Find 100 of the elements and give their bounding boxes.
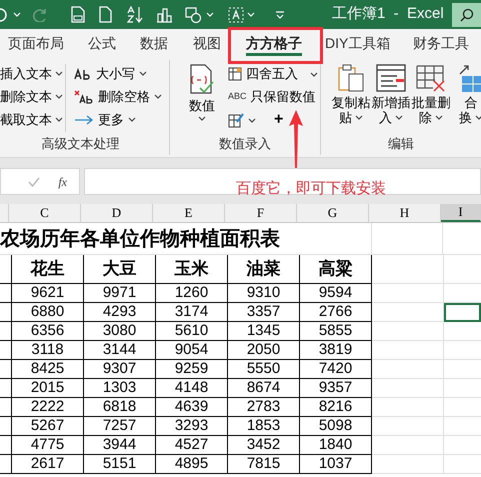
dropdown-button[interactable]: 大小写 [74,64,162,83]
table-edit-icon[interactable] [228,112,244,128]
sheet-cell [372,398,444,417]
table-cell: 9307 [84,360,156,379]
dropdown-button[interactable]: ABC 只保留数值 [228,87,318,107]
table-cell: 9971 [84,284,156,303]
column-header[interactable]: G [297,204,369,222]
caret-icon [355,115,363,120]
window-title: 工作簿1 - Excel [332,4,444,24]
letters-icon [74,68,92,80]
caret-icon [310,72,318,76]
column-header[interactable]: D [81,204,153,222]
sheet-cell [372,284,444,303]
table-cell: 花生 [12,255,84,284]
group-label: 高级文本处理 [40,135,120,153]
table-cell: 5855 [300,322,372,341]
table-cell [0,379,12,398]
column-header[interactable]: E [153,204,225,222]
redo-icon [33,8,49,22]
ribbon-tab[interactable]: 页面布局 [8,29,64,58]
caret-icon [139,71,147,76]
shapes-icon[interactable] [185,6,203,22]
caret-icon [154,94,162,99]
column-header[interactable]: F [225,204,297,222]
ribbon-tab[interactable]: 财务工具 [413,29,469,58]
form-insert-icon [376,64,406,92]
table-cell: 8216 [300,398,372,417]
search-button[interactable] [452,2,481,26]
table-cell: 2015 [12,379,84,398]
caret-icon [435,115,443,120]
table-cell: 3819 [300,341,372,360]
arrow-annotation [288,110,304,168]
caret-icon [198,116,206,120]
table-cell: 3174 [156,303,228,322]
table-cell: 1853 [228,417,300,436]
table-cell: 5151 [84,455,156,474]
table-cell: 6880 [12,303,84,322]
table-cell [0,398,12,417]
grid-delete-icon [416,64,446,92]
table-cell: 6818 [84,398,156,417]
group-label: 编辑 [387,135,415,153]
ribbon-button[interactable]: 复制粘 贴 [331,64,371,136]
sheet-cell [372,303,444,322]
table-cell: 1037 [300,455,372,474]
annotation-text: 百度它，即可下载安装 [236,179,386,199]
ribbon-button[interactable]: 合 换 [451,64,481,136]
table-cell: 4639 [156,398,228,417]
table-cell: 2222 [12,398,84,417]
caret-icon [395,115,403,120]
caret-icon [248,118,256,122]
sort-icon[interactable] [126,6,144,23]
table-cell: 大豆 [84,255,156,284]
dropdown-button[interactable]: 四舍五入 [228,64,318,84]
number-button[interactable]: 数值 [184,64,220,136]
ribbon-tab[interactable]: DIY工具箱 [325,29,390,58]
table-cell: 4293 [84,303,156,322]
dropdown-button[interactable]: 删除文本 [0,87,65,106]
dropdown-button[interactable]: 截取文本 [0,110,65,129]
table-cell: 1303 [84,379,156,398]
plus-button[interactable]: + [274,108,284,132]
table-cell: 5610 [156,322,228,341]
ribbon-tab[interactable]: 数据 [140,29,168,58]
sheet-cell [372,417,444,436]
new-document-icon[interactable] [99,6,112,23]
table-cell: 4148 [156,379,228,398]
table-cell: 6356 [12,322,84,341]
function-button[interactable]: fx [58,172,67,190]
active-cell[interactable] [444,303,481,322]
column-header[interactable]: C [9,204,81,222]
ribbon-tab[interactable]: 公式 [88,29,116,58]
print-preview-icon[interactable] [71,6,85,23]
text-box-icon[interactable] [228,6,244,22]
ribbon-button[interactable]: 新增插 入 [371,64,411,136]
table-cell: 4527 [156,436,228,455]
ribbon-button[interactable]: 批量删 除 [411,64,451,136]
dropdown-button[interactable]: 删除空格 [74,87,162,106]
table-cell [0,436,12,455]
dropdown-button[interactable]: 更多 [74,110,162,129]
trim-letters-icon [74,90,94,104]
caret-icon [206,12,214,17]
table-cell: 9621 [12,284,84,303]
table-cell: 油菜 [228,255,300,284]
customize-icon[interactable] [275,10,285,18]
formula-input[interactable] [84,168,481,195]
bar-chart-icon[interactable] [156,6,173,22]
dropdown-button[interactable]: 插入文本 [0,64,65,83]
table-cell: 3452 [228,436,300,455]
column-header[interactable]: I [441,204,481,222]
table-cell [0,455,12,474]
table-cell: 5267 [12,417,84,436]
table-cell: 5550 [228,360,300,379]
undo-icon[interactable] [0,8,8,22]
sheet-cell [372,436,444,455]
table-cell: 9259 [156,360,228,379]
table-cell: 玉米 [156,255,228,284]
table-cell: 3357 [228,303,300,322]
table-cell: 5098 [300,417,372,436]
ribbon-tab[interactable]: 视图 [193,29,221,58]
ribbon-tab[interactable]: 方方格子 [246,29,302,58]
table-cell: 8425 [12,360,84,379]
